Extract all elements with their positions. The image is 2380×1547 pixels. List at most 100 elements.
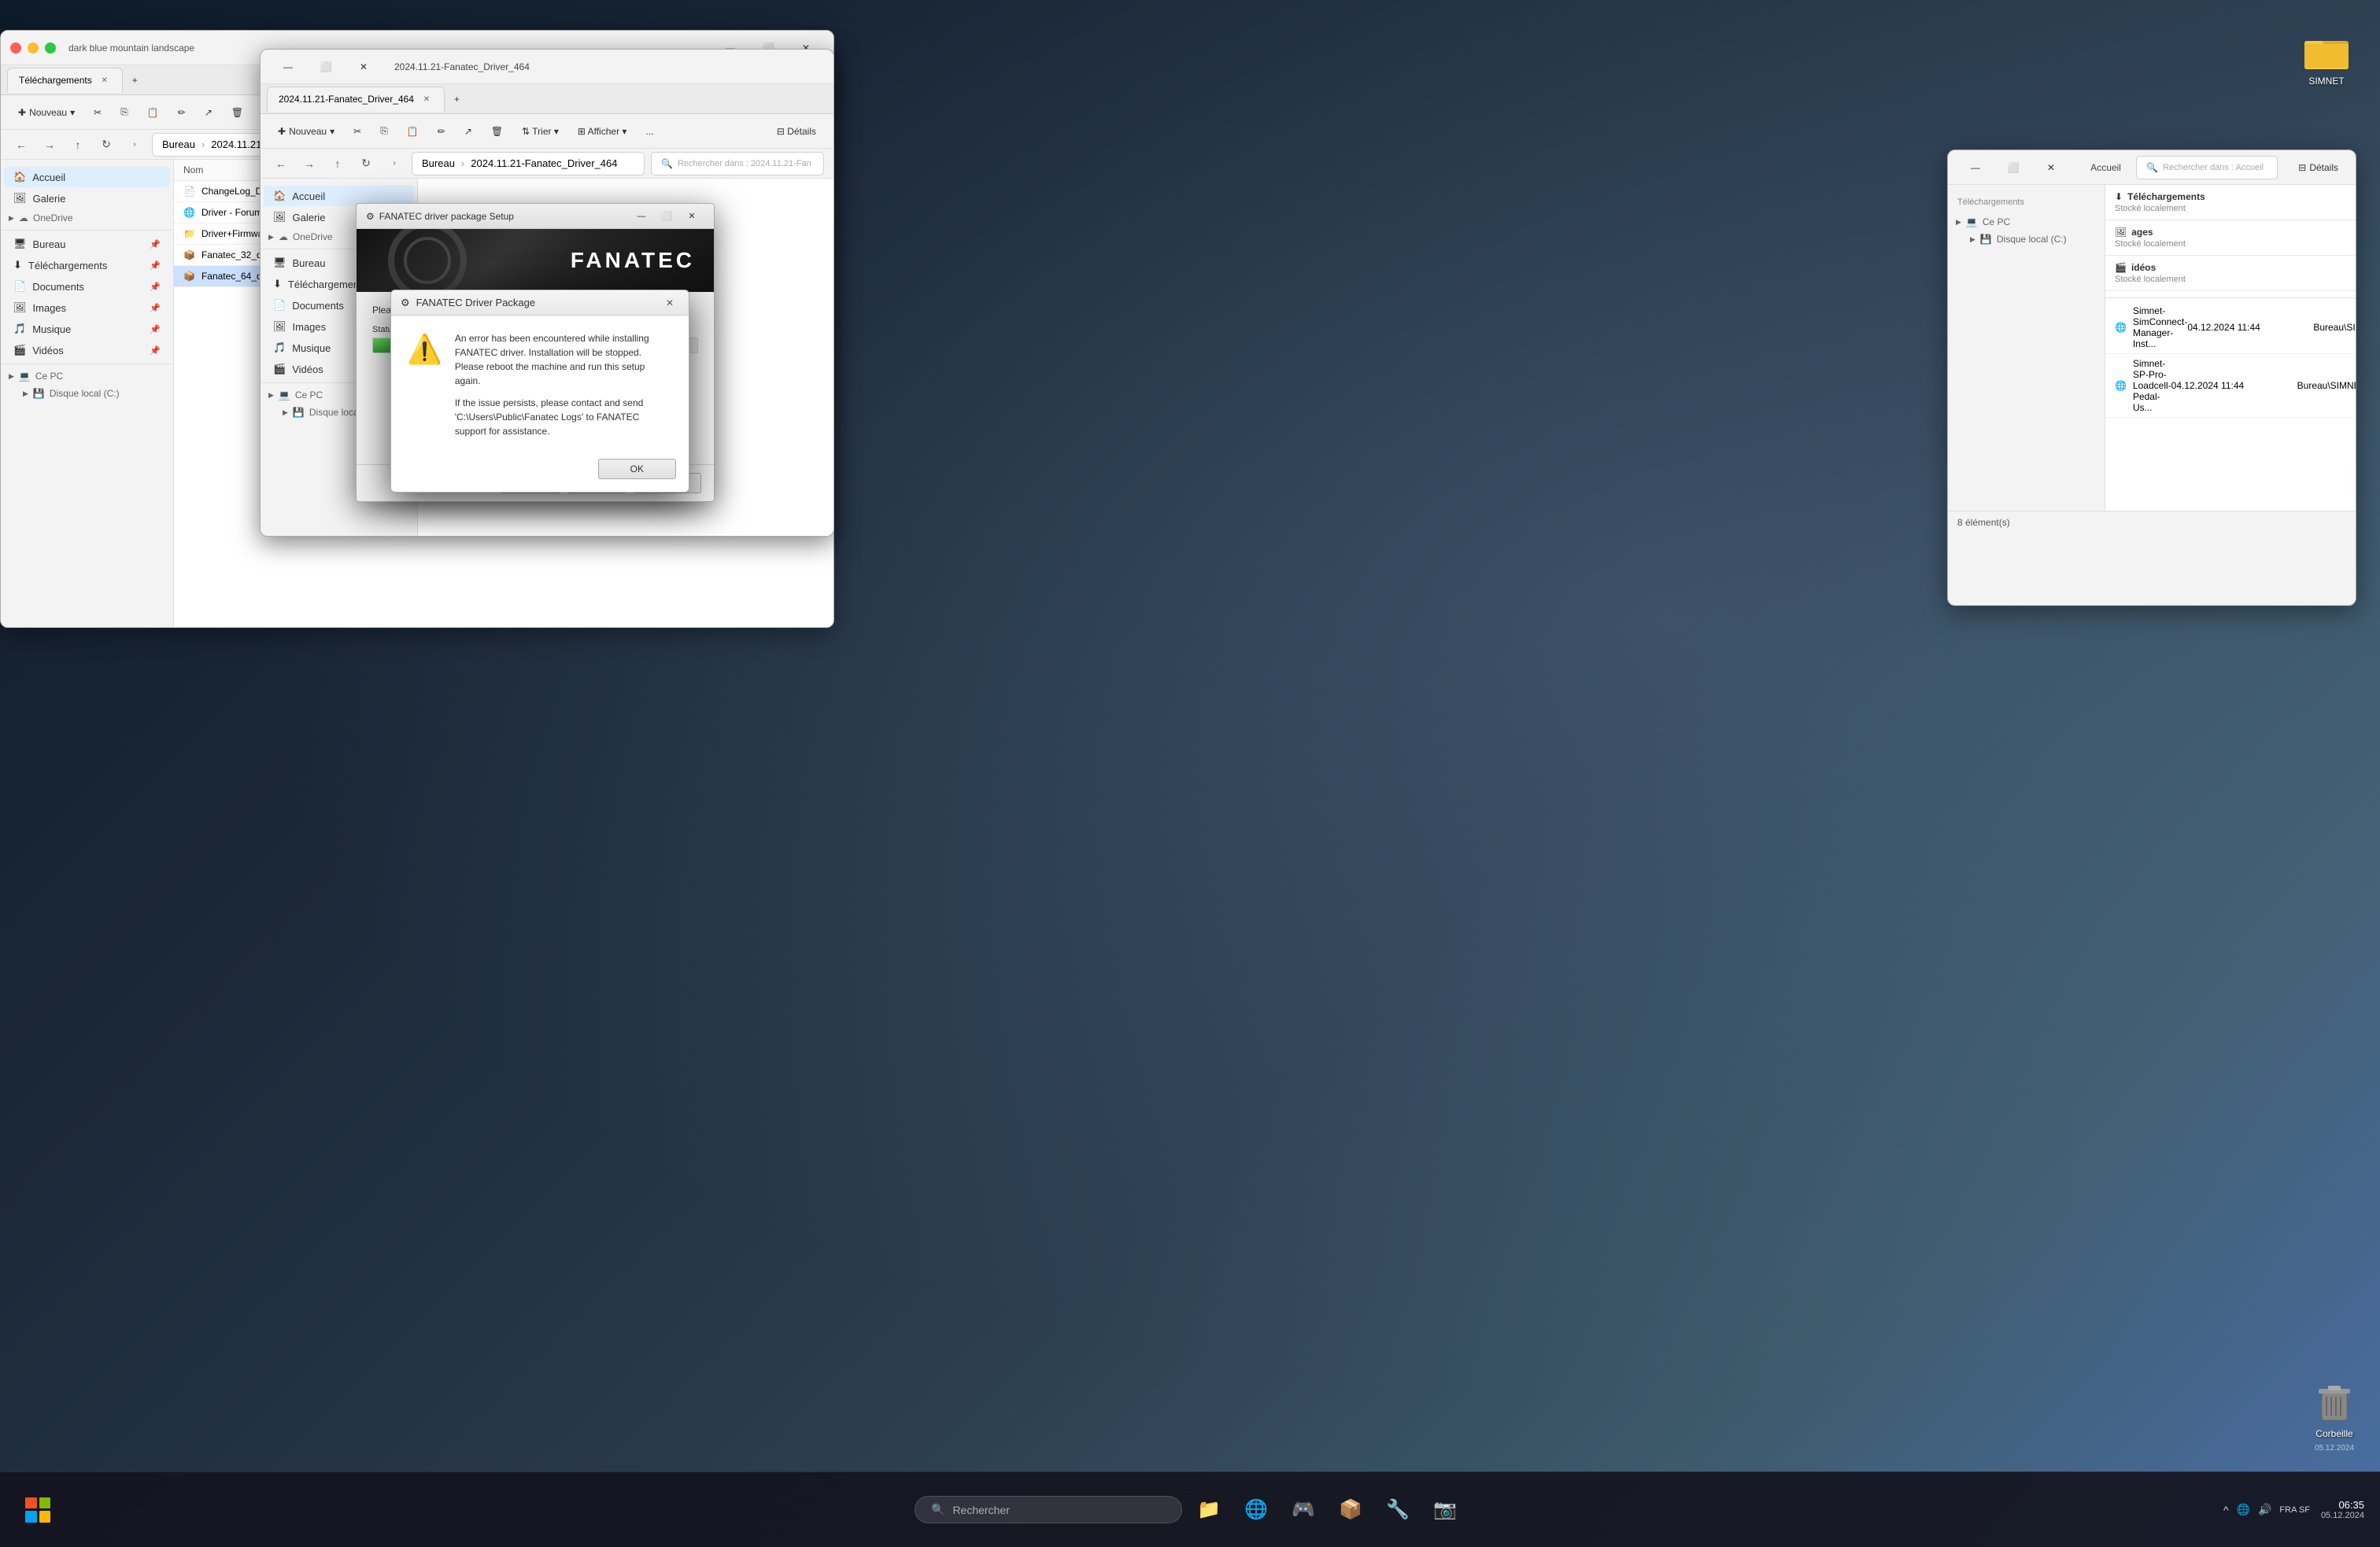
mac-close-btn[interactable] — [10, 42, 21, 54]
taskbar-app5-btn[interactable]: 🔧 — [1377, 1490, 1418, 1530]
fanatec-minimize-btn[interactable]: — — [629, 207, 654, 226]
bureau-icon: 🖥 — [13, 238, 27, 250]
right-img-icon: 🖼 — [2115, 227, 2127, 238]
driver-firmware-icon: 📁 — [183, 228, 195, 239]
right-sidebar-cepc[interactable]: ▶ 💻 Ce PC — [1948, 213, 2105, 231]
taskbar-edge-btn[interactable]: 🌐 — [1236, 1490, 1277, 1530]
paste-icon: 📋 — [147, 107, 159, 118]
fg-cepc-label: Ce PC — [295, 390, 323, 401]
taskbar-app3-btn[interactable]: 🎮 — [1283, 1490, 1324, 1530]
fg-copy-btn[interactable]: ⎘ — [372, 121, 396, 141]
tab-fanatec-close[interactable]: ✕ — [420, 93, 433, 105]
taskbar-app6-btn[interactable]: 📷 — [1425, 1490, 1465, 1530]
right-search-box[interactable]: 🔍 Rechercher dans : Accueil — [2136, 156, 2278, 179]
fg-forward-btn[interactable]: → — [298, 153, 320, 175]
right-sidebar-disque[interactable]: ▶ 💾 Disque local (C:) — [1948, 231, 2105, 248]
fanatec-maximize-btn[interactable]: ⬜ — [654, 207, 679, 226]
fg-details-btn[interactable]: ⊟ Détails — [769, 122, 824, 141]
fg-sort-btn[interactable]: ⇅ Trier ▾ — [514, 122, 567, 141]
refresh-btn[interactable]: ↻ — [95, 134, 117, 156]
right-maximize-btn[interactable]: ⬜ — [1995, 155, 2031, 180]
tray-expand-btn[interactable]: ^ — [2223, 1504, 2229, 1516]
clock-area[interactable]: 06:35 05.12.2024 — [2321, 1499, 2364, 1520]
nouveau-btn[interactable]: ✚ Nouveau ▾ — [10, 103, 83, 122]
fg-search-box[interactable]: 🔍 Rechercher dans : 2024.11.21-Fan — [651, 152, 824, 175]
sidebar-item-images[interactable]: 🖼 Images 📌 — [4, 297, 170, 318]
right-file-simnet-sp[interactable]: 🌐 Simnet-SP-Pro-Loadcell-Pedal-Us... 04.… — [2105, 354, 2356, 418]
fg-up-btn[interactable]: ↑ — [327, 153, 349, 175]
taskbar-center: 🔍 Rechercher 📁 🌐 🎮 📦 🔧 📷 — [915, 1490, 1465, 1530]
fg-expand-btn[interactable]: › — [383, 153, 405, 175]
accueil-label: Accueil — [32, 172, 65, 183]
simnet-desktop-icon[interactable]: SIMNET — [2297, 24, 2356, 93]
fg-refresh-btn[interactable]: ↻ — [355, 153, 377, 175]
cut-btn[interactable]: ✂ — [86, 103, 109, 122]
fg-win-controls: — ⬜ ✕ — [270, 54, 382, 79]
tray-network-icon[interactable]: 🌐 — [2237, 1503, 2250, 1516]
fg-more-btn[interactable]: ... — [638, 122, 661, 141]
sidebar-item-bureau[interactable]: 🖥 Bureau 📌 — [4, 234, 170, 254]
fg-minimize-btn[interactable]: — — [270, 54, 306, 79]
sidebar-item-videos[interactable]: 🎬 Vidéos 📌 — [4, 340, 170, 360]
share-btn[interactable]: ↗ — [197, 103, 220, 122]
pin-icon-5: 📌 — [150, 324, 161, 334]
delete-btn[interactable]: 🗑 — [224, 103, 251, 122]
error-titlebar-icon: ⚙ — [401, 297, 410, 309]
fg-paste-btn[interactable]: 📋 — [399, 122, 427, 141]
mac-min-btn[interactable] — [28, 42, 39, 54]
right-simconnect-loc: Bureau\SIMNET — [2313, 322, 2356, 333]
start-button[interactable] — [16, 1488, 60, 1532]
tray-speaker-icon[interactable]: 🔊 — [2258, 1503, 2271, 1516]
recycle-bin-icon[interactable]: Corbeille 05.12.2024 — [2312, 1379, 2356, 1453]
fanatec-close-btn[interactable]: ✕ — [679, 207, 704, 226]
error-footer: OK — [391, 451, 689, 492]
sidebar-item-galerie[interactable]: 🖼 Galerie — [4, 188, 170, 209]
taskbar-explorer-btn[interactable]: 📁 — [1188, 1490, 1229, 1530]
copy-btn[interactable]: ⎘ — [113, 102, 136, 122]
sidebar-item-accueil[interactable]: 🏠 Accueil — [4, 167, 170, 187]
fg-galerie-icon: 🖼 — [273, 211, 286, 223]
taskbar-app4-btn[interactable]: 📦 — [1330, 1490, 1371, 1530]
tab-fanatec[interactable]: 2024.11.21-Fanatec_Driver_464 ✕ — [267, 87, 445, 112]
sidebar-item-telechargements[interactable]: ⬇ Téléchargements 📌 — [4, 255, 170, 275]
taskbar-app5-icon: 🔧 — [1386, 1498, 1410, 1521]
right-dl-icon: ⬇ — [2115, 191, 2123, 202]
right-file-simconnect[interactable]: 🌐 Simnet-SimConnect-Manager-Inst... 04.1… — [2105, 301, 2356, 354]
back-btn[interactable]: ← — [10, 134, 32, 156]
fg-maximize-btn[interactable]: ⬜ — [308, 54, 344, 79]
ok-button[interactable]: OK — [598, 459, 676, 479]
fg-nouveau-btn[interactable]: ✚ Nouveau ▾ — [270, 122, 342, 141]
error-close-btn[interactable]: ✕ — [660, 294, 679, 312]
sidebar-section-cepc[interactable]: ▶ 💻 Ce PC — [1, 367, 173, 385]
expand-btn[interactable]: › — [124, 134, 146, 156]
sidebar-section-disque[interactable]: ▶ 💾 Disque local (C:) — [1, 385, 173, 402]
tab-close-btn[interactable]: ✕ — [98, 74, 111, 87]
add-tab-btn[interactable]: + — [126, 72, 144, 89]
sidebar-item-musique[interactable]: 🎵 Musique 📌 — [4, 319, 170, 339]
path-bureau: Bureau — [162, 138, 195, 150]
up-btn[interactable]: ↑ — [67, 134, 89, 156]
right-minimize-btn[interactable]: — — [1957, 155, 1994, 180]
fg-delete-btn[interactable]: 🗑 — [483, 122, 511, 141]
taskbar-search[interactable]: 🔍 Rechercher — [915, 1496, 1182, 1523]
sidebar-item-documents[interactable]: 📄 Documents 📌 — [4, 276, 170, 297]
right-details-btn[interactable]: ⊟ Détails — [2290, 158, 2346, 177]
mac-max-btn[interactable] — [45, 42, 56, 54]
fg-back-btn[interactable]: ← — [270, 153, 292, 175]
fg-rename-btn[interactable]: ✏ — [430, 122, 453, 141]
sidebar-section-onedrive[interactable]: ▶ ☁ OneDrive — [1, 209, 173, 227]
fg-close-btn[interactable]: ✕ — [346, 54, 382, 79]
tab-telechargements[interactable]: Téléchargements ✕ — [7, 68, 123, 93]
fg-cut-btn[interactable]: ✂ — [346, 122, 369, 141]
fg-search-icon: 🔍 — [661, 158, 673, 169]
paste-btn[interactable]: 📋 — [139, 103, 167, 122]
rename-btn[interactable]: ✏ — [170, 103, 194, 122]
fanatec-banner: FANATEC — [357, 229, 714, 292]
fg-add-tab-btn[interactable]: + — [448, 90, 466, 108]
fg-share-btn[interactable]: ↗ — [456, 122, 480, 141]
simnet-label: SIMNET — [2308, 76, 2344, 87]
fg-view-btn[interactable]: ⊞ Afficher ▾ — [570, 122, 635, 141]
forward-btn[interactable]: → — [39, 134, 61, 156]
fg-address-path[interactable]: Bureau › 2024.11.21-Fanatec_Driver_464 — [412, 152, 645, 175]
right-close-btn[interactable]: ✕ — [2033, 155, 2069, 180]
